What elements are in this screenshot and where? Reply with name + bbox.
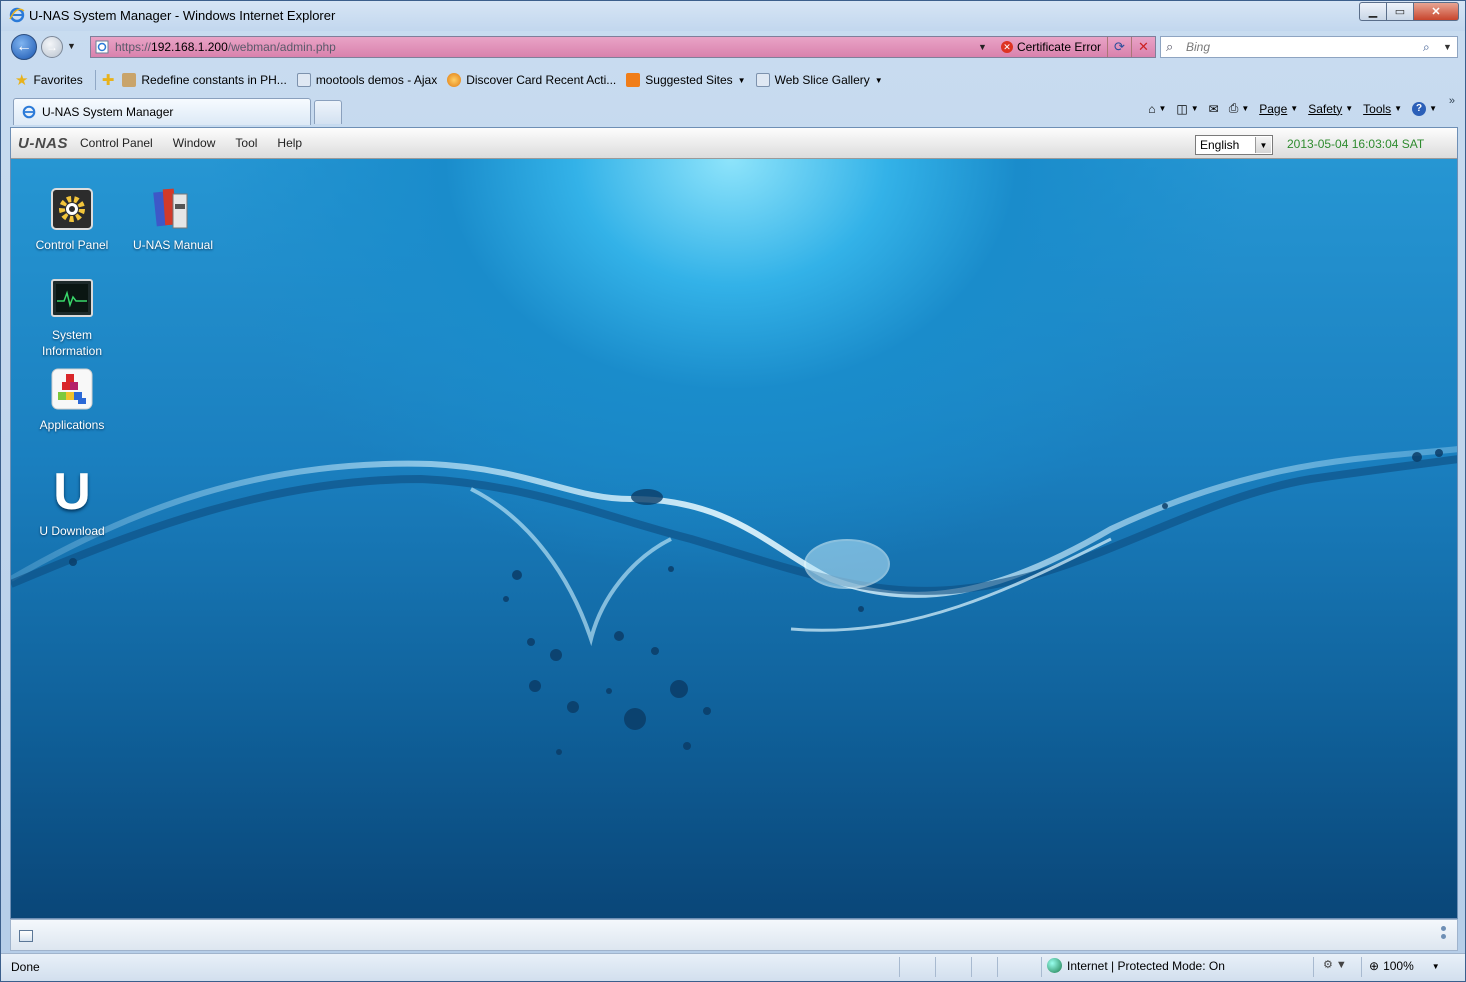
books-icon <box>151 187 195 231</box>
add-favorite-icon[interactable]: ✚ <box>102 71 115 89</box>
chevron-down-icon: ▼ <box>1431 961 1440 971</box>
desktop-icon-system-information[interactable]: System Information <box>22 277 122 359</box>
print-button[interactable]: ⎙ ▼ <box>1229 101 1250 116</box>
printer-icon: ⎙ <box>1228 101 1239 115</box>
maximize-button[interactable]: ▭ <box>1386 2 1413 21</box>
cert-error-icon: ✕ <box>1000 41 1013 53</box>
water-splash-wallpaper <box>11 446 1457 755</box>
ie-page-icon <box>755 73 770 87</box>
language-select[interactable]: English ▼ <box>1195 135 1273 155</box>
divider <box>935 957 936 977</box>
page-menu[interactable]: Page ▼ <box>1259 102 1298 116</box>
tools-menu[interactable]: Tools ▼ <box>1363 102 1402 116</box>
search-go-icon[interactable]: ⌕ <box>1423 40 1443 55</box>
url-text[interactable]: https://192.168.1.200/webman/admin.php <box>115 40 978 54</box>
chevron-icon[interactable]: » <box>1449 95 1455 107</box>
divider <box>971 957 972 977</box>
favorite-link[interactable]: mootools demos - Ajax <box>296 73 437 87</box>
search-provider-dropdown[interactable]: ▼ <box>1443 42 1457 52</box>
forward-button[interactable]: → <box>41 36 63 58</box>
zoom-button[interactable]: ⊕ 100% ▼ <box>1369 959 1440 973</box>
unas-logo: U-NAS <box>18 134 68 152</box>
desktop-icon-unas-manual[interactable]: U-NAS Manual <box>123 187 223 253</box>
divider <box>899 957 900 977</box>
desktop-icon-applications[interactable]: Applications <box>22 367 122 433</box>
search-input[interactable]: Bing <box>1186 40 1423 54</box>
title-bar: U-NAS System Manager - Windows Internet … <box>1 1 1465 31</box>
favorites-bar: ★ Favorites ✚ Redefine constants in PH...… <box>1 65 1465 95</box>
search-box[interactable]: ⌕ Bing ⌕ ▼ <box>1160 36 1458 58</box>
web-taskbar <box>10 919 1458 951</box>
rss-icon: ◫ <box>1176 101 1188 116</box>
divider <box>1313 957 1314 977</box>
safety-menu[interactable]: Safety ▼ <box>1308 102 1353 116</box>
back-button[interactable]: ← <box>11 34 37 60</box>
search-icon: ⌕ <box>1166 39 1174 54</box>
more-options-icon[interactable] <box>1441 926 1447 942</box>
page-icon <box>122 73 137 87</box>
desktop-icon-u-download[interactable]: U U Download <box>22 463 122 539</box>
page-content: U-NAS Control Panel Window Tool Help Eng… <box>10 127 1458 919</box>
ie-page-icon <box>296 73 311 87</box>
globe-icon <box>1047 958 1062 973</box>
menu-control-panel[interactable]: Control Panel <box>80 136 153 150</box>
u-download-icon: U <box>53 463 91 521</box>
page-icon <box>95 40 109 54</box>
stop-button[interactable]: ✕ <box>1131 37 1155 57</box>
certificate-error-button[interactable]: ✕ Certificate Error <box>995 37 1107 57</box>
datetime-display: 2013-05-04 16:03:04 SAT <box>1287 137 1425 151</box>
star-icon: ★ <box>15 72 29 89</box>
apps-blocks-icon <box>50 367 94 411</box>
suggested-sites-button[interactable]: Suggested Sites ▼ <box>626 73 746 87</box>
divider <box>1041 957 1042 977</box>
divider <box>94 70 96 90</box>
app-menu-bar: U-NAS Control Panel Window Tool Help Eng… <box>11 128 1457 159</box>
caption-buttons: ▁ ▭ ✕ <box>1359 2 1459 22</box>
address-row: ← → ▼ https://192.168.1.200/webman/admin… <box>1 31 1465 63</box>
zoom-icon: ⊕ <box>1369 959 1380 973</box>
minimize-button[interactable]: ▁ <box>1359 2 1386 21</box>
feeds-button[interactable]: ◫ ▼ <box>1176 102 1198 116</box>
protected-mode-icon[interactable]: ⚙ ▼ <box>1323 958 1347 971</box>
favorite-link[interactable]: Redefine constants in PH... <box>122 73 287 87</box>
divider <box>1361 957 1362 977</box>
desktop: Control Panel U-NAS Manual System Inform… <box>11 159 1457 918</box>
ie-icon <box>9 7 25 23</box>
window-title: U-NAS System Manager - Windows Internet … <box>29 8 336 23</box>
web-slice-gallery-button[interactable]: Web Slice Gallery ▼ <box>755 73 883 87</box>
show-desktop-icon[interactable] <box>19 930 33 942</box>
tab-row: U-NAS System Manager ⌂ ▼ ◫ ▼ ✉ ⎙ ▼ Page ▼ Sa… <box>1 95 1465 125</box>
desktop-icon-control-panel[interactable]: Control Panel <box>22 187 122 253</box>
status-text: Done <box>11 960 40 974</box>
status-bar: Done Internet | Protected Mode: On ⚙ ▼ ⊕… <box>1 953 1465 981</box>
recent-pages-dropdown[interactable]: ▼ <box>67 41 76 51</box>
ie-icon <box>22 105 36 119</box>
divider <box>997 957 998 977</box>
monitor-pulse-icon <box>50 277 94 321</box>
mail-button[interactable]: ✉ <box>1209 102 1219 116</box>
tab-unas-system-manager[interactable]: U-NAS System Manager <box>13 98 311 125</box>
chevron-down-icon: ▼ <box>1255 137 1271 153</box>
menu-tool[interactable]: Tool <box>235 136 257 150</box>
help-button[interactable]: ? ▼ <box>1412 101 1437 116</box>
menu-window[interactable]: Window <box>173 136 216 150</box>
home-icon: ⌂ <box>1148 101 1156 116</box>
home-button[interactable]: ⌂ ▼ <box>1148 102 1166 116</box>
command-bar: ⌂ ▼ ◫ ▼ ✉ ⎙ ▼ Page ▼ Safety ▼ Tools ▼ ? ▼ <box>1148 101 1437 116</box>
browser-window: U-NAS System Manager - Windows Internet … <box>0 0 1466 982</box>
suggested-sites-icon <box>626 73 641 87</box>
favorite-link[interactable]: Discover Card Recent Acti... <box>447 73 616 87</box>
gear-icon <box>50 187 94 231</box>
favorites-button[interactable]: ★ Favorites <box>15 71 83 89</box>
discover-icon <box>447 73 462 87</box>
address-bar[interactable]: https://192.168.1.200/webman/admin.php ▼… <box>90 36 1156 58</box>
security-zone[interactable]: Internet | Protected Mode: On <box>1047 958 1225 973</box>
address-dropdown[interactable]: ▼ <box>978 42 987 52</box>
menu-help[interactable]: Help <box>277 136 302 150</box>
new-tab-button[interactable] <box>314 100 342 124</box>
close-button[interactable]: ✕ <box>1413 2 1459 21</box>
refresh-button[interactable]: ⟳ <box>1107 37 1131 57</box>
help-icon: ? <box>1412 101 1427 116</box>
mail-icon: ✉ <box>1208 101 1219 116</box>
